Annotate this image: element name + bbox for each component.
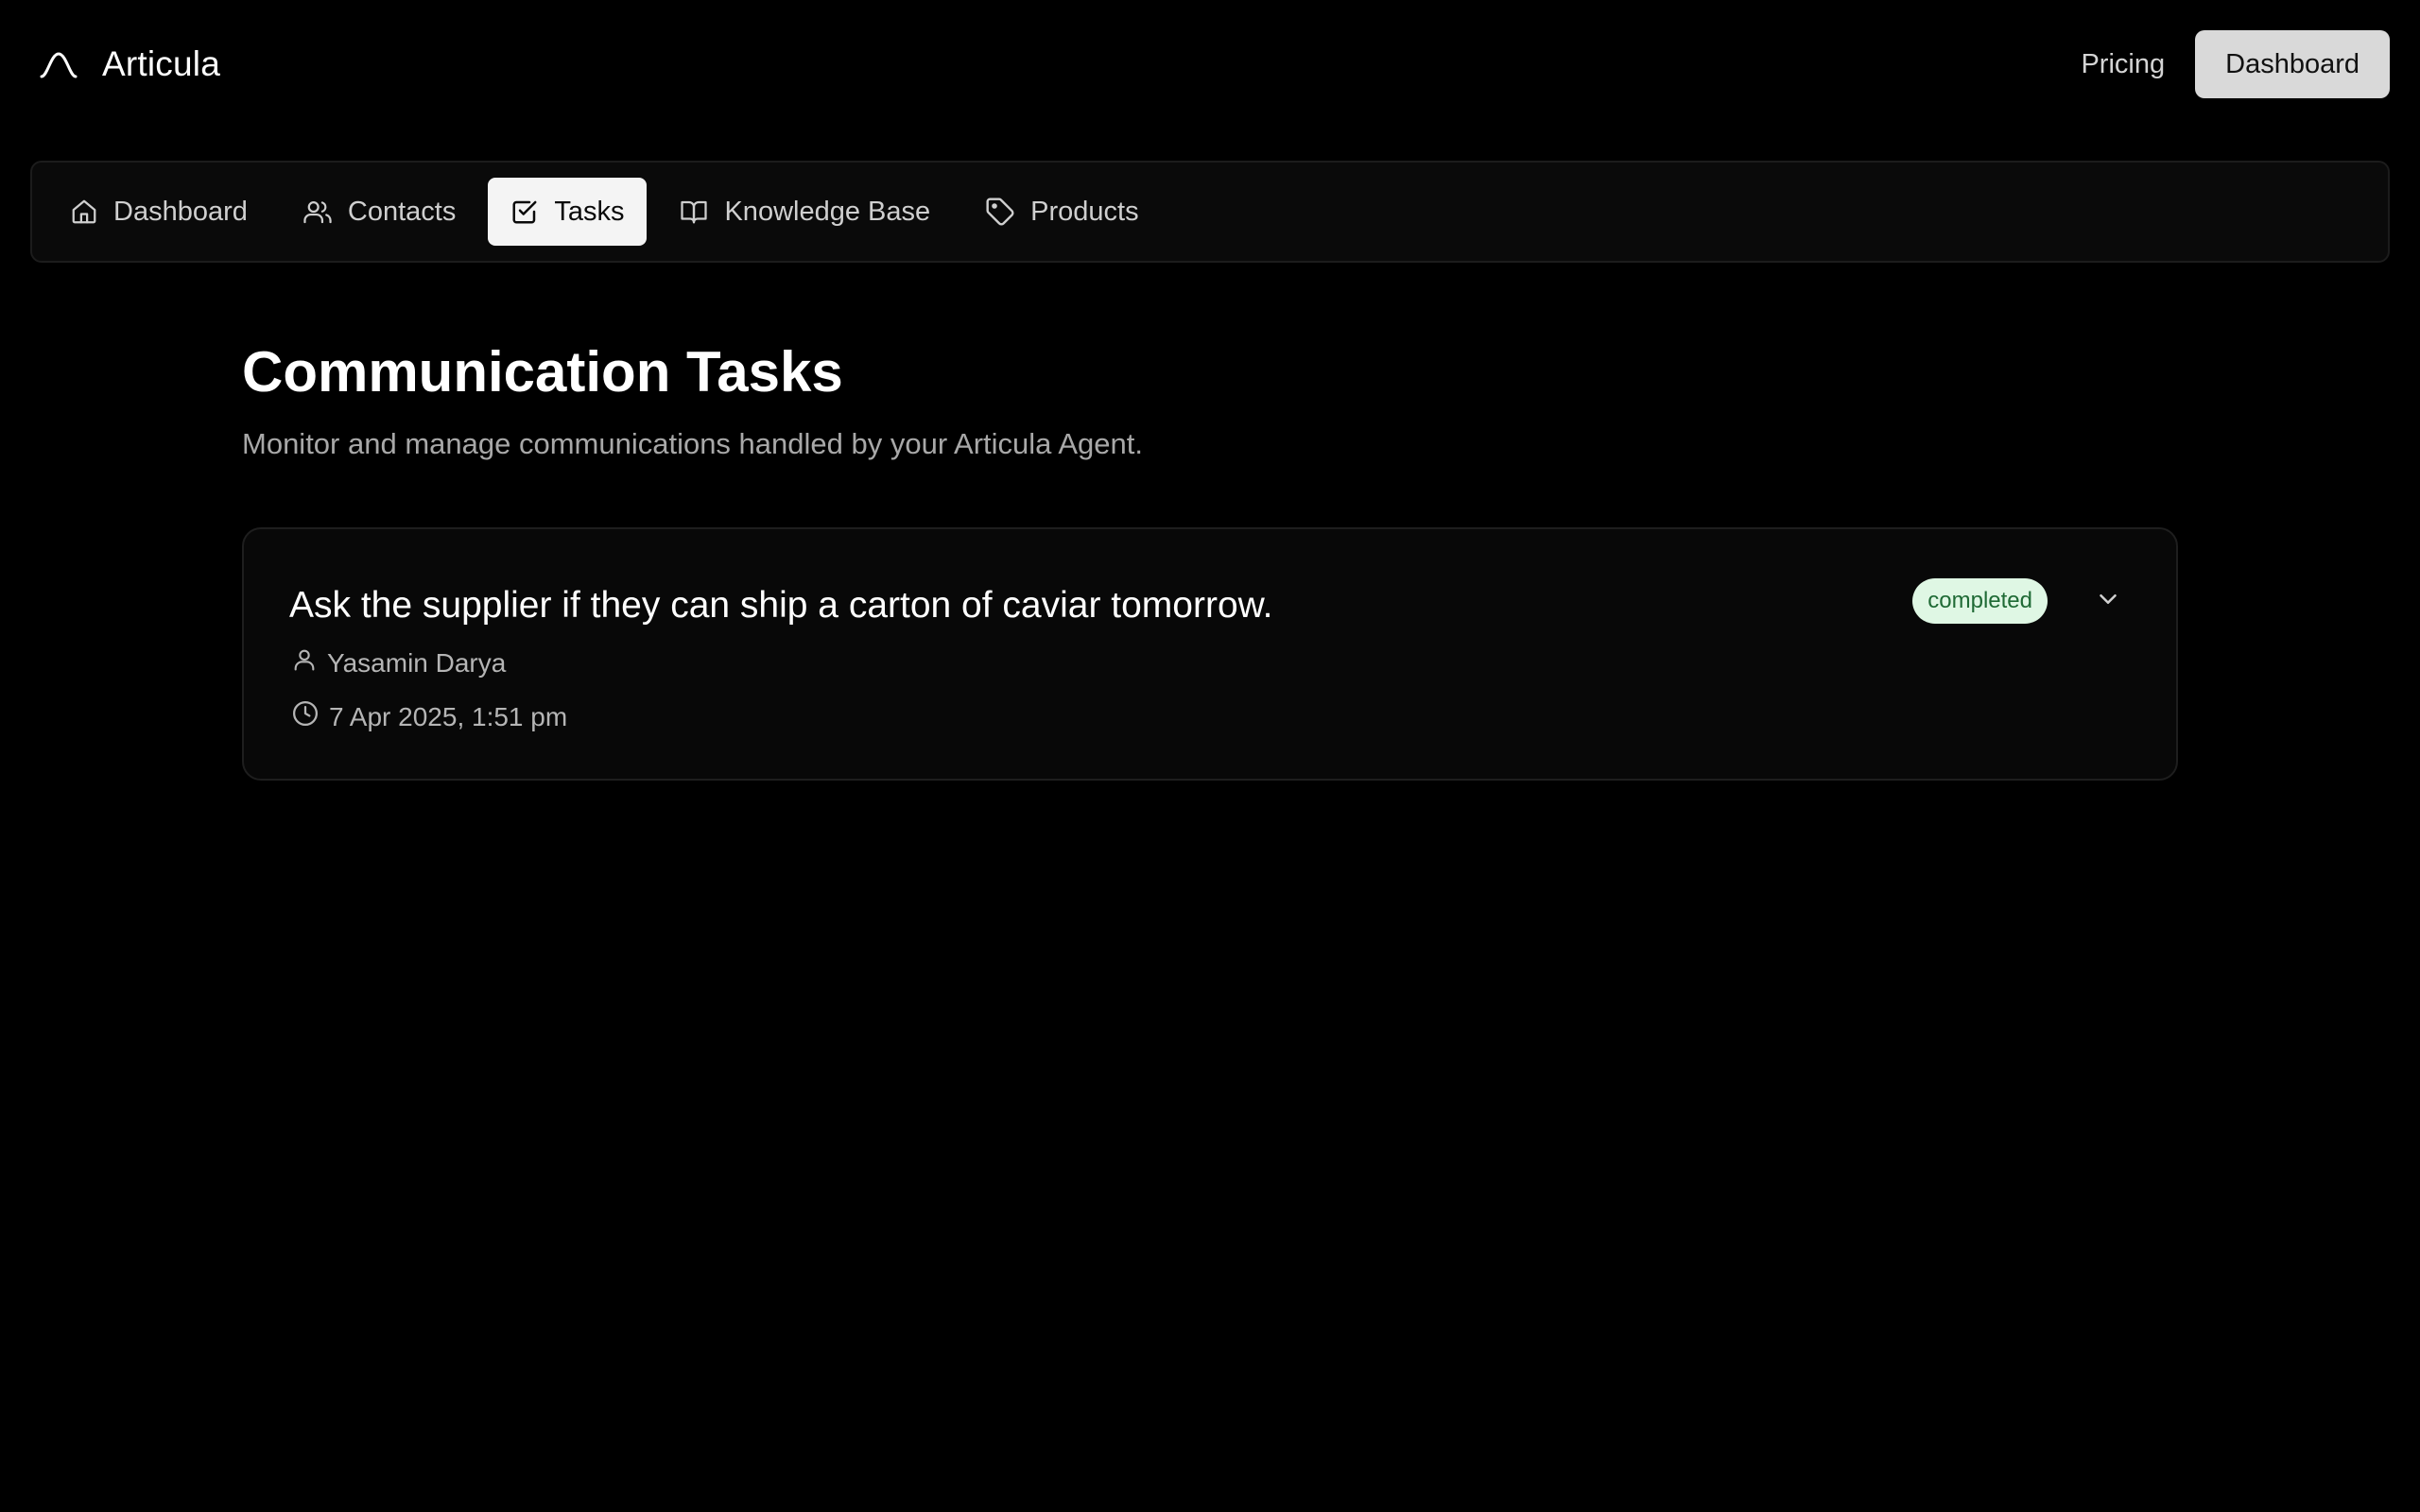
task-timestamp-text: 7 Apr 2025, 1:51 pm bbox=[329, 701, 568, 731]
expand-task-button[interactable] bbox=[2089, 582, 2127, 620]
task-card[interactable]: Ask the supplier if they can ship a cart… bbox=[242, 527, 2178, 781]
main-tab-nav: Dashboard Contacts Tasks Knowledge Base … bbox=[30, 161, 2390, 263]
task-contact: Yasamin Darya bbox=[291, 646, 506, 679]
tag-icon bbox=[985, 197, 1015, 227]
top-header: Articula Pricing Dashboard bbox=[0, 0, 2420, 129]
chevron-down-icon bbox=[2094, 585, 2122, 618]
tab-contacts[interactable]: Contacts bbox=[280, 178, 478, 246]
brand-home-link[interactable]: Articula bbox=[40, 34, 220, 94]
main-content: Communication Tasks Monitor and manage c… bbox=[242, 333, 2178, 781]
tab-products[interactable]: Products bbox=[962, 178, 1161, 246]
tab-label: Dashboard bbox=[113, 196, 248, 227]
tab-label: Knowledge Base bbox=[724, 196, 931, 227]
tab-knowledge-base[interactable]: Knowledge Base bbox=[656, 178, 953, 246]
tab-dashboard[interactable]: Dashboard bbox=[38, 178, 270, 246]
page-subtitle: Monitor and manage communications handle… bbox=[242, 427, 1143, 460]
home-icon bbox=[70, 198, 98, 226]
task-title: Ask the supplier if they can ship a cart… bbox=[289, 585, 1273, 626]
clock-icon bbox=[291, 699, 320, 734]
tab-tasks[interactable]: Tasks bbox=[488, 178, 648, 246]
user-icon bbox=[291, 646, 318, 679]
status-badge: completed bbox=[1912, 578, 2048, 624]
brand-name: Articula bbox=[102, 44, 220, 83]
task-contact-name: Yasamin Darya bbox=[327, 647, 507, 678]
tab-label: Tasks bbox=[554, 196, 625, 227]
book-icon bbox=[679, 198, 709, 226]
header-actions: Pricing Dashboard bbox=[2081, 30, 2390, 98]
dashboard-button[interactable]: Dashboard bbox=[2195, 30, 2390, 98]
tab-label: Products bbox=[1030, 196, 1139, 227]
users-icon bbox=[302, 198, 333, 226]
checkbox-icon bbox=[510, 198, 539, 226]
tab-label: Contacts bbox=[347, 196, 457, 227]
task-timestamp: 7 Apr 2025, 1:51 pm bbox=[291, 699, 567, 734]
page-title: Communication Tasks bbox=[242, 340, 843, 404]
wave-logo-icon bbox=[40, 50, 78, 78]
pricing-link[interactable]: Pricing bbox=[2081, 49, 2165, 80]
